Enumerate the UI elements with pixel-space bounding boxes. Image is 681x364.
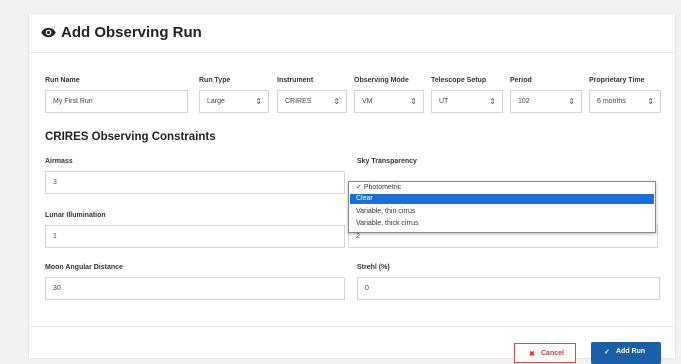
proprietary-time-value: 6 months [597, 98, 626, 105]
close-icon: ✖ [529, 351, 535, 358]
period-value: 102 [518, 98, 530, 105]
instrument-select[interactable]: CRIRES ⇕ [277, 90, 347, 113]
run-type-select[interactable]: Large ⇕ [199, 90, 269, 113]
dialog-header: Add Observing Run [29, 14, 675, 53]
instrument-label: Instrument [277, 77, 314, 84]
up-down-arrow-icon: ⇕ [647, 97, 654, 106]
observing-mode-label: Observing Mode [354, 77, 409, 84]
proprietary-time-label: Proprietary Time [589, 77, 645, 84]
up-down-arrow-icon: ⇕ [568, 97, 575, 106]
sky-option-thin-cirrus[interactable]: Variable, thin cirrus [350, 207, 654, 217]
lunar-illumination-input[interactable]: 1 [45, 225, 345, 248]
observing-mode-select[interactable]: VM ⇕ [354, 90, 424, 113]
lunar-illumination-value: 1 [53, 233, 57, 240]
strehl-input[interactable]: 0 [357, 277, 660, 300]
add-run-label: Add Run [616, 348, 646, 355]
telescope-setup-label: Telescope Setup [431, 77, 487, 84]
moon-angular-distance-label: Moon Angular Distance [45, 264, 123, 271]
run-name-input[interactable]: My First Run [45, 90, 188, 113]
airmass-input[interactable]: 3 [45, 171, 345, 194]
run-type-label: Run Type [199, 77, 231, 84]
up-down-arrow-icon: ⇕ [489, 97, 496, 106]
sky-transparency-label: Sky Transparency [357, 158, 417, 165]
sky-option-photometric[interactable]: ✓ Photometric [350, 183, 654, 193]
seeing-value: 2 [356, 233, 360, 240]
run-type-value: Large [207, 98, 225, 105]
run-name-value: My First Run [53, 98, 93, 105]
telescope-setup-select[interactable]: UT ⇕ [431, 90, 503, 113]
sky-option-thick-cirrus[interactable]: Variable, thick cirrus [350, 219, 654, 229]
instrument-value: CRIRES [285, 98, 312, 105]
strehl-label: Strehl (%) [357, 264, 390, 271]
add-run-button[interactable]: ✓ Add Run [591, 342, 661, 364]
strehl-value: 0 [365, 285, 369, 292]
constraints-section-title: CRIRES Observing Constraints [45, 131, 216, 143]
sky-transparency-dropdown[interactable]: ✓ Photometric Clear Variable, thin cirru… [348, 181, 656, 233]
run-name-label: Run Name [45, 77, 80, 84]
eye-icon [41, 27, 56, 38]
airmass-label: Airmass [45, 158, 73, 165]
add-observing-run-dialog: Add Observing Run Run Name Run Type Inst… [29, 14, 675, 364]
cancel-label: Cancel [541, 350, 564, 357]
moon-angular-distance-value: 30 [53, 285, 61, 292]
airmass-value: 3 [53, 179, 57, 186]
sky-option-clear[interactable]: Clear [350, 194, 654, 204]
dialog-title: Add Observing Run [61, 24, 202, 41]
observing-mode-value: VM [362, 98, 373, 105]
check-icon: ✓ [604, 349, 610, 356]
moon-angular-distance-input[interactable]: 30 [45, 277, 345, 300]
footer-divider [29, 326, 675, 327]
up-down-arrow-icon: ⇕ [333, 97, 340, 106]
proprietary-time-select[interactable]: 6 months ⇕ [589, 90, 661, 113]
checkmark-icon: ✓ [356, 184, 364, 191]
period-label: Period [510, 77, 532, 84]
telescope-setup-value: UT [439, 98, 449, 105]
period-select[interactable]: 102 ⇕ [510, 90, 582, 113]
lunar-illumination-label: Lunar Illumination [45, 212, 106, 219]
up-down-arrow-icon: ⇕ [410, 97, 417, 106]
cancel-button[interactable]: ✖ Cancel [514, 343, 576, 363]
up-down-arrow-icon: ⇕ [255, 97, 262, 106]
